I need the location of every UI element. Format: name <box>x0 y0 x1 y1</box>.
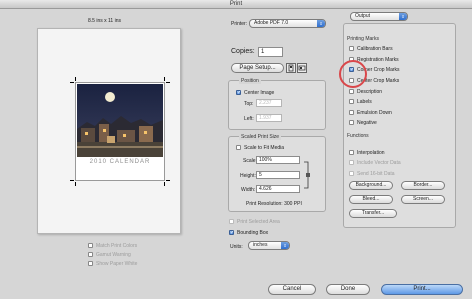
print-resolution-text: Print Resolution: 300 PPI <box>246 201 302 207</box>
functions-header: Functions <box>347 133 369 139</box>
print-selected-area-checkbox[interactable] <box>229 219 234 224</box>
cancel-button[interactable]: Cancel <box>268 284 316 295</box>
interpolation-checkbox[interactable] <box>349 150 354 155</box>
emulsion-down-checkbox[interactable] <box>349 110 354 115</box>
labels-label: Labels <box>357 99 372 105</box>
crop-mark-bl-h <box>70 180 74 181</box>
match-print-colors-label: Match Print Colors <box>96 243 138 249</box>
page-setup-button[interactable]: Page Setup... <box>231 63 284 73</box>
print-button[interactable]: Print... <box>381 284 463 295</box>
scale-label: Scale: <box>243 158 257 164</box>
include-vector-data-checkbox[interactable] <box>349 160 354 165</box>
border-button[interactable]: Border... <box>401 181 445 190</box>
night-scene-photo <box>77 84 163 157</box>
top-label: Top: <box>244 101 254 107</box>
output-popup[interactable]: Output ⇕ <box>350 12 408 21</box>
left-label: Left: <box>244 116 254 122</box>
match-print-colors-checkbox[interactable] <box>88 243 93 248</box>
crop-mark-tr-h <box>166 82 170 83</box>
interpolation-label: Interpolation <box>357 150 385 156</box>
height-label: Height: <box>240 173 256 179</box>
popup-arrows-icon: ⇕ <box>317 20 325 27</box>
units-label: Units: <box>230 244 243 250</box>
popup-arrows-icon: ⇕ <box>281 242 289 249</box>
width-field[interactable]: 4.626 <box>256 185 300 193</box>
crop-mark-br-v <box>164 182 165 186</box>
copies-field[interactable]: 1 <box>258 47 283 57</box>
left-field[interactable]: 1.937 <box>256 114 282 122</box>
emulsion-down-label: Emulsion Down <box>357 110 392 116</box>
send-16-bit-data-checkbox[interactable] <box>349 171 354 176</box>
window-title: Print <box>0 0 472 9</box>
output-popup-value: Output <box>355 13 371 19</box>
calendar-image[interactable]: 2010 CALENDAR <box>75 82 165 181</box>
units-popup[interactable]: inches ⇕ <box>248 241 290 250</box>
calibration-bars-checkbox[interactable] <box>349 46 354 51</box>
labels-checkbox[interactable] <box>349 99 354 104</box>
description-label: Description <box>357 89 383 95</box>
popup-arrows-icon: ⇕ <box>399 13 407 20</box>
crop-mark-tl-v <box>75 77 76 81</box>
calibration-bars-label: Calibration Bars <box>357 46 393 52</box>
crop-mark-br-h <box>166 180 170 181</box>
center-image-checkbox[interactable]: ✓ <box>236 90 241 96</box>
done-button[interactable]: Done <box>326 284 370 295</box>
screen-button[interactable]: Screen... <box>401 195 445 204</box>
annotation-highlight-circle <box>339 60 367 88</box>
scale-to-fit-checkbox[interactable] <box>236 145 241 150</box>
printer-value: Adobe PDF 7.0 <box>254 20 289 26</box>
show-paper-white-label: Show Paper White <box>96 261 138 267</box>
scale-field[interactable]: 100% <box>256 156 300 164</box>
bounding-box-checkbox[interactable]: ✓ <box>229 230 234 236</box>
top-field[interactable]: 2.237 <box>256 99 282 107</box>
crop-mark-tl-h <box>70 82 74 83</box>
paper-size-label: 8.5 ins x 11 ins <box>88 18 121 24</box>
width-label: Width: <box>241 187 256 193</box>
scale-to-fit-label: Scale to Fit Media <box>244 145 285 151</box>
landscape-orientation-icon[interactable] <box>297 63 307 73</box>
height-field[interactable]: 5 <box>256 171 300 179</box>
printer-label: Printer: <box>231 21 248 27</box>
negative-label: Negative <box>357 120 377 126</box>
print-selected-area-label: Print Selected Area <box>237 219 280 225</box>
crop-mark-tr-v <box>164 77 165 81</box>
center-image-label: Center Image <box>244 90 275 96</box>
crop-mark-bl-v <box>75 182 76 186</box>
include-vector-data-label: Include Vector Data <box>357 160 401 166</box>
bleed-button[interactable]: Bleed... <box>349 195 393 204</box>
position-header: Position <box>239 78 261 84</box>
send-16-bit-data-label: Send 16-bit Data <box>357 171 395 177</box>
calendar-caption: 2010 CALENDAR <box>89 159 151 165</box>
background-button[interactable]: Background... <box>349 181 393 190</box>
transfer-button[interactable]: Transfer... <box>349 209 397 218</box>
scaled-print-size-header: Scaled Print Size <box>239 134 282 140</box>
portrait-orientation-icon[interactable] <box>286 63 296 73</box>
gamut-warning-label: Gamut Warning <box>96 252 131 258</box>
description-checkbox[interactable] <box>349 89 354 94</box>
show-paper-white-checkbox[interactable] <box>88 261 93 266</box>
bounding-box-label: Bounding Box <box>237 230 269 236</box>
negative-checkbox[interactable] <box>349 120 354 125</box>
copies-label: Copies: <box>231 48 255 55</box>
printing-marks-header: Printing Marks <box>347 36 379 42</box>
constrain-proportions-link-icon[interactable] <box>303 160 310 190</box>
registration-marks-label: Registration Marks <box>357 57 399 63</box>
gamut-warning-checkbox[interactable] <box>88 252 93 257</box>
printer-popup[interactable]: Adobe PDF 7.0 ⇕ <box>249 19 326 28</box>
units-value: inches <box>253 242 268 248</box>
